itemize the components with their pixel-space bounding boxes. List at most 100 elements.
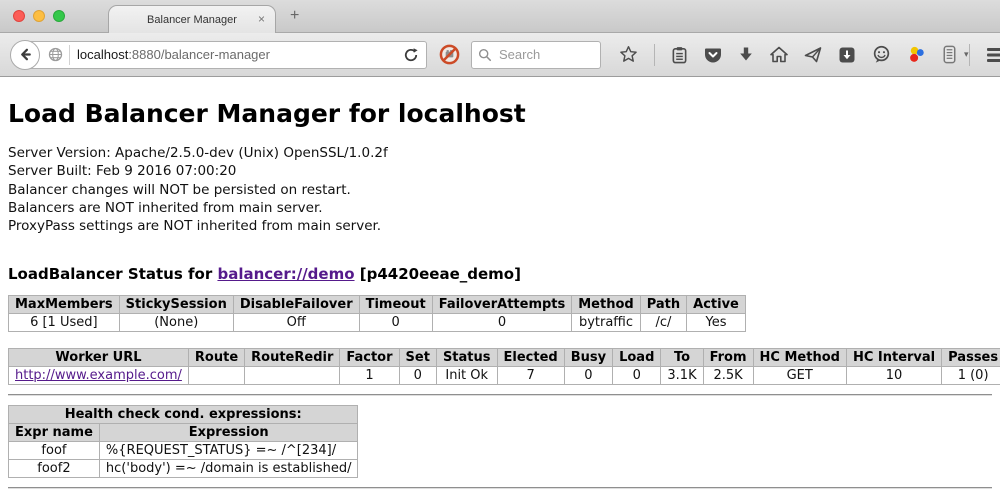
cell-route [188,366,244,384]
status-suffix: [p4420eeae_demo] [355,265,521,283]
cell-expr-name: foof2 [9,459,100,477]
loadbalancer-status-heading: LoadBalancer Status for balancer://demo … [8,265,992,283]
col-passes: Passes [942,348,1000,366]
cell-expression: %{REQUEST_STATUS} =~ /^[234]/ [99,441,358,459]
balancer-demo-link[interactable]: balancer://demo [217,265,354,283]
cell-hc-interval: 10 [846,366,941,384]
send-plane-icon[interactable] [804,46,822,64]
col-expr-name: Expr name [9,423,100,441]
cell-worker-url: http://www.example.com/ [9,366,189,384]
cell-path: /c/ [640,313,686,331]
worker-url-link[interactable]: http://www.example.com/ [15,368,182,383]
cell-set: 0 [399,366,436,384]
address-text[interactable]: localhost:8880/balancer-manager [77,47,403,62]
server-built: Server Built: Feb 9 2016 07:00:20 [8,162,992,180]
blocked-plugin-icon[interactable] [439,44,460,65]
cell-hc-method: GET [753,366,846,384]
col-status: Status [436,348,497,366]
col-busy: Busy [564,348,612,366]
status-prefix: LoadBalancer Status for [8,265,217,283]
titlebar: Balancer Manager × + [0,0,1000,33]
globe-icon[interactable] [48,47,63,62]
cell-maxmembers: 6 [1 Used] [9,313,120,331]
server-info: Server Version: Apache/2.5.0-dev (Unix) … [8,144,992,236]
cell-busy: 0 [564,366,612,384]
table-row: 6 [1 Used] (None) Off 0 0 bytraffic /c/ … [9,313,746,331]
table-header-row: Worker URL Route RouteRedir Factor Set S… [9,348,1000,366]
search-icon [478,48,492,62]
col-stickysession: StickySession [119,295,233,313]
new-tab-button[interactable]: + [290,7,299,25]
toolbar-icons: ▾ [619,44,969,66]
col-load: Load [613,348,661,366]
page-content: Load Balancer Manager for localhost Serv… [0,77,1000,489]
col-routeredir: RouteRedir [245,348,340,366]
col-method: Method [572,295,640,313]
col-elected: Elected [497,348,564,366]
table-row: foof2 hc('body') =~ /domain is establish… [9,459,358,477]
balancer-table: MaxMembers StickySession DisableFailover… [8,295,746,332]
cell-disablefailover: Off [233,313,359,331]
cell-status: Init Ok [436,366,497,384]
notice-inherit-balancers: Balancers are NOT inherited from main se… [8,199,992,217]
back-icon [18,47,33,62]
table-header-row: MaxMembers StickySession DisableFailover… [9,295,746,313]
url-host: localhost [77,47,128,62]
cell-passes: 1 (0) [942,366,1000,384]
zoom-window-button[interactable] [53,10,65,22]
table-row: http://www.example.com/ 1 0 Init Ok 7 0 … [9,366,1000,384]
table-header-row: Expr name Expression [9,423,358,441]
col-hc-method: HC Method [753,348,846,366]
cell-expression: hc('body') =~ /domain is established/ [99,459,358,477]
minimize-window-button[interactable] [33,10,45,22]
cell-from: 2.5K [703,366,753,384]
col-path: Path [640,295,686,313]
window-controls [13,10,65,22]
toolbar-separator [969,44,970,66]
download-icon[interactable] [738,46,754,63]
pocket-icon[interactable] [704,46,722,64]
browser-window: Balancer Manager × + localhost:8880/bala… [0,0,1000,491]
cell-stickysession: (None) [119,313,233,331]
cell-elected: 7 [497,366,564,384]
toolbar-separator [654,44,655,66]
notice-persist: Balancer changes will NOT be persisted o… [8,181,992,199]
tab-close-icon[interactable]: × [258,13,265,26]
col-worker-url: Worker URL [9,348,189,366]
box-download-icon[interactable] [838,46,856,64]
worker-table: Worker URL Route RouteRedir Factor Set S… [8,348,1000,385]
search-bar[interactable] [471,41,601,69]
container-icon[interactable] [942,45,957,64]
toolbar-right [969,44,1000,66]
cell-method: bytraffic [572,313,640,331]
col-to: To [661,348,703,366]
divider [8,394,992,396]
col-timeout: Timeout [359,295,432,313]
star-icon[interactable] [619,45,638,64]
col-set: Set [399,348,436,366]
cell-load: 0 [613,366,661,384]
home-icon[interactable] [770,46,788,63]
cell-routeredir [245,366,340,384]
color-dots-icon[interactable] [907,45,926,64]
clipboard-icon[interactable] [671,46,688,64]
menu-hamburger-icon[interactable] [986,47,1000,63]
cell-active: Yes [687,313,746,331]
health-check-table: Health check cond. expressions: Expr nam… [8,405,358,478]
smiley-chat-icon[interactable] [872,45,891,64]
search-input[interactable] [497,46,587,63]
col-factor: Factor [340,348,399,366]
back-button[interactable] [10,40,40,70]
reload-button[interactable] [403,47,419,63]
close-window-button[interactable] [13,10,25,22]
tab-balancer-manager[interactable]: Balancer Manager × [108,5,276,33]
col-route: Route [188,348,244,366]
tab-title: Balancer Manager [147,14,237,26]
table-row: foof %{REQUEST_STATUS} =~ /^[234]/ [9,441,358,459]
url-divider [69,45,70,65]
col-expression: Expression [99,423,358,441]
url-bar[interactable]: localhost:8880/balancer-manager [25,41,427,69]
cell-failoverattempts: 0 [432,313,572,331]
server-version: Server Version: Apache/2.5.0-dev (Unix) … [8,144,992,162]
col-failoverattempts: FailoverAttempts [432,295,572,313]
